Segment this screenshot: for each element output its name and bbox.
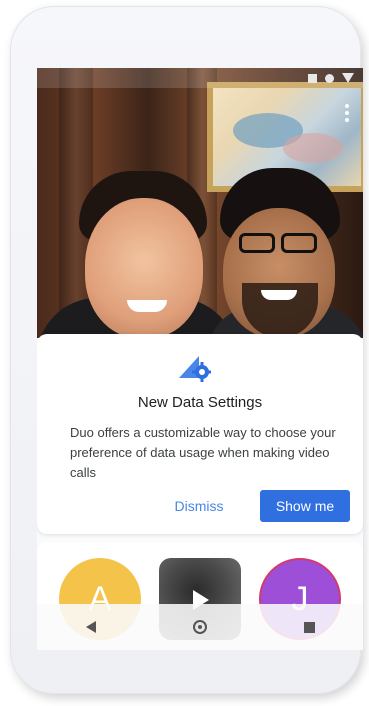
more-vert-icon[interactable] <box>345 104 349 125</box>
glasses <box>237 233 321 255</box>
person-left-face <box>85 198 203 338</box>
status-bar <box>37 68 363 88</box>
person-left-smile <box>127 300 167 312</box>
data-settings-icon <box>179 356 211 382</box>
screen: New Data Settings Duo offers a customiza… <box>37 68 363 650</box>
data-settings-dialog: New Data Settings Duo offers a customiza… <box>37 334 363 534</box>
wifi-triangle-icon <box>342 73 354 83</box>
dismiss-button[interactable]: Dismiss <box>159 490 239 522</box>
signal-square-icon <box>308 73 317 83</box>
dialog-title: New Data Settings <box>137 394 263 411</box>
navigation-bar <box>37 604 363 650</box>
back-icon[interactable] <box>85 621 96 633</box>
video-preview-photo <box>37 68 363 338</box>
home-icon[interactable] <box>192 620 207 634</box>
painting-blob <box>283 133 343 163</box>
show-me-button[interactable]: Show me <box>260 490 350 522</box>
dialog-body: Duo offers a customizable way to choose … <box>70 425 336 480</box>
phone-frame: New Data Settings Duo offers a customiza… <box>10 6 363 694</box>
recents-icon[interactable] <box>303 621 315 633</box>
dot-icon <box>325 73 334 83</box>
person-right-smile <box>261 290 297 300</box>
